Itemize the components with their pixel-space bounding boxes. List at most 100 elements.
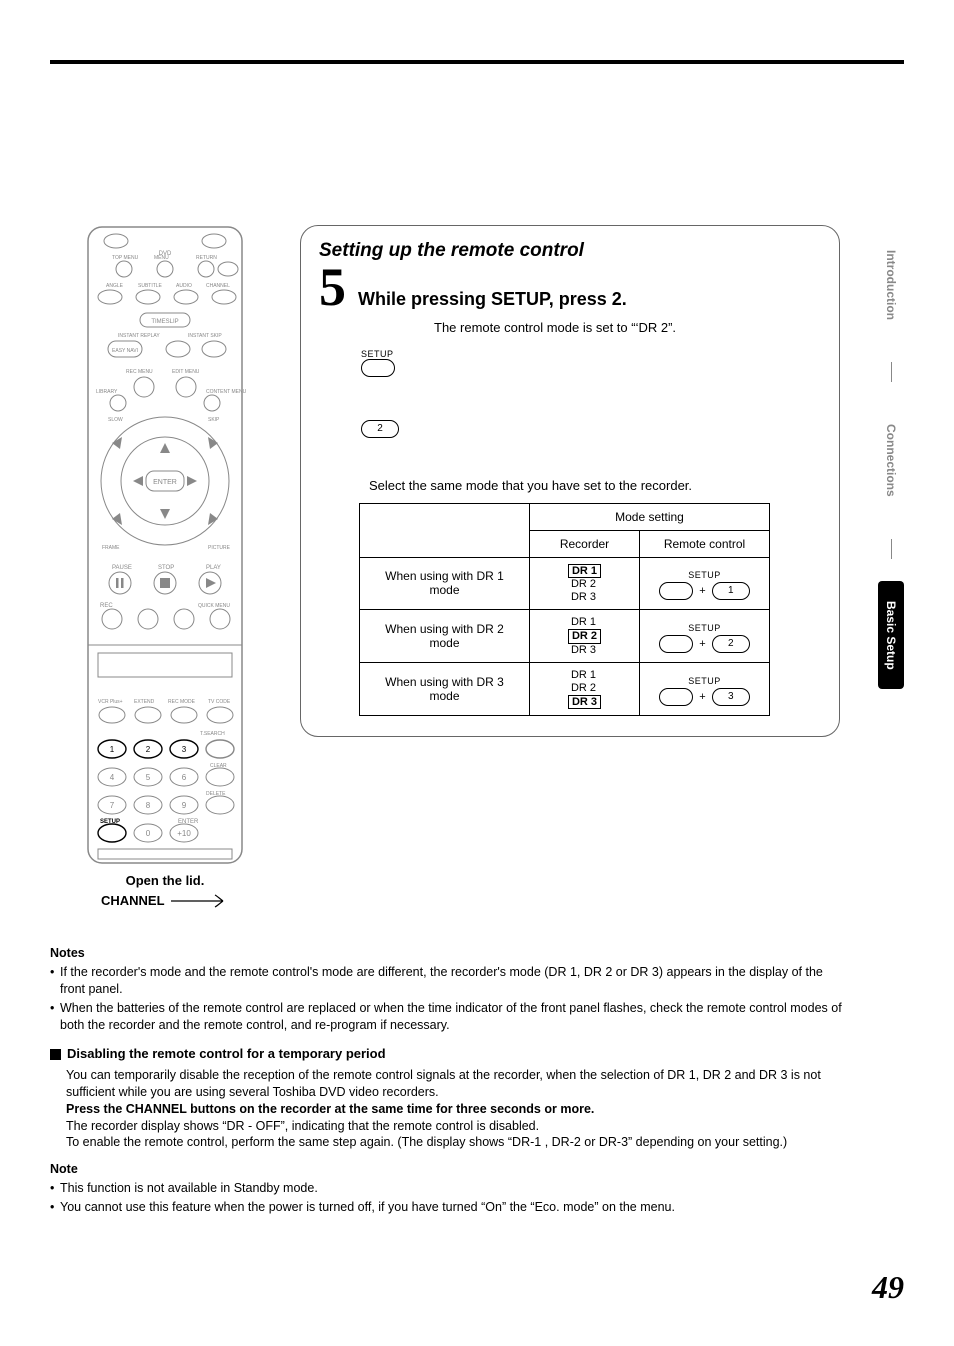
mode-table-corner — [360, 503, 530, 557]
svg-text:INSTANT SKIP: INSTANT SKIP — [188, 333, 222, 339]
table-row: When using with DR 2 modeDR 1DR 2DR 3SET… — [360, 610, 770, 663]
svg-text:ENTER: ENTER — [153, 479, 177, 486]
select-note: Select the same mode that you have set t… — [369, 478, 821, 493]
num2-button-icon: 2 — [361, 420, 399, 438]
page-number: 49 — [872, 1269, 904, 1306]
svg-text:7: 7 — [110, 801, 115, 810]
svg-text:PAUSE: PAUSE — [112, 565, 132, 571]
svg-text:MENU: MENU — [154, 255, 169, 261]
svg-text:ANGLE: ANGLE — [106, 283, 124, 289]
svg-text:EASY NAVI: EASY NAVI — [112, 348, 138, 354]
mode-label-cell: When using with DR 1 mode — [360, 557, 530, 610]
tab-connections: Connections — [878, 404, 904, 517]
notes-list-1: If the recorder's mode and the remote co… — [50, 964, 850, 1034]
notes-heading-2: Note — [50, 1161, 850, 1178]
remote-illustration: DVD TOP MENU MENU RETURN ANGLE SUBTITLE … — [78, 225, 252, 865]
svg-text:VCR Plus+: VCR Plus+ — [98, 699, 123, 705]
disable-line: To enable the remote control, perform th… — [66, 1134, 850, 1151]
remote-cell: SETUP +3 — [640, 663, 770, 716]
remote-cell: SETUP +2 — [640, 610, 770, 663]
setup-label: SETUP — [688, 623, 721, 633]
mode-setting-header: Mode setting — [530, 503, 770, 530]
setup-button-icon — [361, 359, 395, 377]
disable-heading-text: Disabling the remote control for a tempo… — [67, 1045, 386, 1063]
svg-text:SLOW: SLOW — [108, 417, 123, 423]
top-rule — [50, 60, 904, 64]
num2-button-illustration: 2 — [361, 418, 821, 438]
svg-text:PLAY: PLAY — [206, 565, 221, 571]
note-item: You cannot use this feature when the pow… — [50, 1199, 850, 1216]
svg-text:4: 4 — [110, 773, 115, 782]
svg-text:INSTANT REPLAY: INSTANT REPLAY — [118, 333, 160, 339]
svg-text:PICTURE: PICTURE — [208, 545, 231, 551]
setup-button-icon — [659, 582, 693, 600]
plus-sign: + — [699, 691, 705, 703]
svg-text:QUICK MENU: QUICK MENU — [198, 603, 230, 609]
svg-text:TV CODE: TV CODE — [208, 699, 231, 705]
tab-basic-setup: Basic Setup — [878, 581, 904, 690]
mode-label-cell: When using with DR 2 mode — [360, 610, 530, 663]
svg-text:REC MODE: REC MODE — [168, 699, 196, 705]
channel-label: CHANNEL — [101, 893, 165, 908]
svg-text:TOP MENU: TOP MENU — [112, 255, 139, 261]
svg-text:TIMESLIP: TIMESLIP — [151, 319, 178, 325]
note-item: If the recorder's mode and the remote co… — [50, 964, 850, 998]
setup-button-illustration: SETUP — [361, 349, 821, 382]
svg-text:FRAME: FRAME — [102, 545, 120, 551]
svg-text:CONTENT MENU: CONTENT MENU — [206, 389, 247, 395]
disable-heading: Disabling the remote control for a tempo… — [50, 1045, 850, 1063]
step-row: 5 While pressing SETUP, press 2. — [319, 266, 821, 310]
step-number: 5 — [319, 266, 346, 309]
notes-heading-1: Notes — [50, 945, 850, 962]
tab-divider — [891, 539, 892, 559]
setup-label: SETUP — [688, 570, 721, 580]
channel-row: CHANNEL — [50, 892, 280, 910]
svg-text:STOP: STOP — [158, 565, 174, 571]
note-item: When the batteries of the remote control… — [50, 1000, 850, 1034]
recorder-cell: DR 1DR 2DR 3 — [530, 557, 640, 610]
instruction-bubble: Setting up the remote control 5 While pr… — [300, 225, 840, 737]
disable-line: The recorder display shows “DR - OFF”, i… — [66, 1118, 850, 1135]
plus-sign: + — [699, 585, 705, 597]
notes-block: Notes If the recorder's mode and the rem… — [50, 945, 850, 1218]
svg-text:RETURN: RETURN — [196, 255, 217, 261]
svg-text:SKIP: SKIP — [208, 417, 220, 423]
plus-sign: + — [699, 638, 705, 650]
open-lid-label: Open the lid. — [50, 873, 280, 888]
step-text: While pressing SETUP, press 2. — [358, 289, 627, 310]
svg-text:SUBTITLE: SUBTITLE — [138, 283, 163, 289]
bubble-title: Setting up the remote control — [319, 240, 821, 262]
notes-list-2: This function is not available in Standb… — [50, 1180, 850, 1216]
square-bullet-icon — [50, 1049, 61, 1060]
tab-divider — [891, 362, 892, 382]
svg-text:EDIT MENU: EDIT MENU — [172, 369, 200, 375]
svg-text:+10: +10 — [177, 829, 191, 838]
setup-button-icon — [659, 688, 693, 706]
setup-label: SETUP — [361, 349, 821, 359]
table-row: When using with DR 3 modeDR 1DR 2DR 3SET… — [360, 663, 770, 716]
svg-text:2: 2 — [146, 745, 151, 754]
number-button-icon: 1 — [712, 582, 750, 600]
remote-cell: SETUP +1 — [640, 557, 770, 610]
page: Introduction Connections Basic Setup DVD… — [0, 0, 954, 1346]
svg-text:REC MENU: REC MENU — [126, 369, 153, 375]
remote-header: Remote control — [640, 530, 770, 557]
svg-text:EXTEND: EXTEND — [134, 699, 155, 705]
note-item: This function is not available in Standb… — [50, 1180, 850, 1197]
svg-text:0: 0 — [146, 829, 151, 838]
svg-text:T.SEARCH: T.SEARCH — [200, 731, 225, 737]
setup-button-icon — [659, 635, 693, 653]
svg-text:5: 5 — [146, 773, 151, 782]
svg-text:AUDIO: AUDIO — [176, 283, 192, 289]
recorder-cell: DR 1DR 2DR 3 — [530, 610, 640, 663]
mode-note: The remote control mode is set to “‘DR 2… — [434, 320, 821, 335]
recorder-cell: DR 1DR 2DR 3 — [530, 663, 640, 716]
number-button-icon: 3 — [712, 688, 750, 706]
setup-label: SETUP — [688, 676, 721, 686]
disable-line-bold: Press the CHANNEL buttons on the recorde… — [66, 1101, 850, 1118]
content-column: Setting up the remote control 5 While pr… — [300, 225, 840, 737]
recorder-header: Recorder — [530, 530, 640, 557]
svg-text:3: 3 — [182, 745, 187, 754]
number-button-icon: 2 — [712, 635, 750, 653]
svg-text:6: 6 — [182, 773, 187, 782]
